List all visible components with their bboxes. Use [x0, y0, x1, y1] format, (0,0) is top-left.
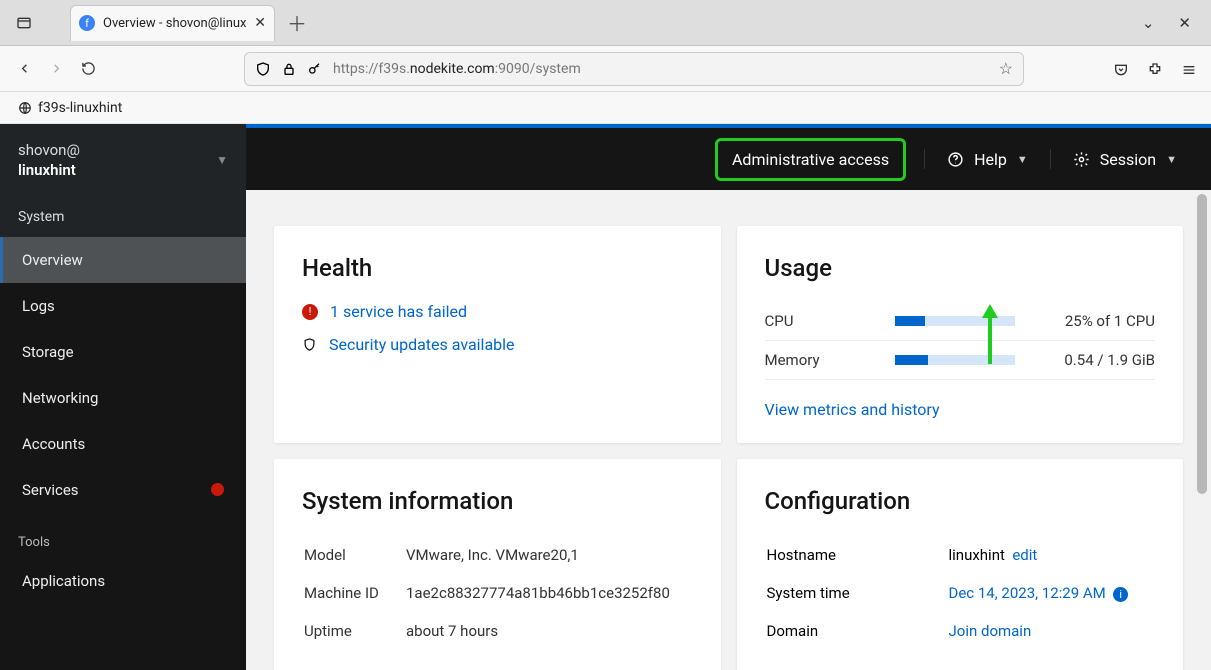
bookmark-star-icon[interactable]: ☆ — [999, 59, 1013, 78]
session-menu[interactable]: Session ▼ — [1050, 149, 1199, 169]
edit-hostname-link[interactable]: edit — [1012, 546, 1037, 564]
administrative-access-label: Administrative access — [732, 150, 889, 169]
config-table: Hostname linuxhint edit System time Dec … — [765, 535, 1156, 651]
table-row: ModelVMware, Inc. VMware20,1 — [304, 537, 691, 573]
sidebar-item-overview[interactable]: Overview — [0, 237, 246, 283]
info-icon[interactable]: i — [1113, 587, 1128, 602]
help-menu[interactable]: Help ▼ — [924, 149, 1050, 169]
system-info-card: System information ModelVMware, Inc. VMw… — [274, 459, 721, 670]
window-close-icon[interactable]: ✕ — [1178, 14, 1191, 32]
reload-button[interactable] — [72, 53, 104, 85]
sidebar-section-tools: Tools — [0, 513, 246, 558]
sidebar-user-at: shovon@ — [18, 140, 80, 160]
host-label: f39s-linuxhint — [38, 100, 122, 116]
help-icon — [947, 149, 964, 169]
mem-bar — [895, 355, 1015, 365]
pocket-icon[interactable] — [1113, 59, 1129, 78]
table-row: Hostname linuxhint edit — [767, 537, 1154, 573]
sidebar-section-system: System — [0, 197, 246, 237]
table-row: Uptimeabout 7 hours — [304, 613, 691, 649]
chevron-down-icon: ▼ — [1166, 153, 1177, 166]
usage-mem-label: Memory — [765, 351, 895, 369]
lock-icon[interactable] — [281, 61, 297, 77]
chevron-down-icon: ▼ — [1017, 153, 1028, 166]
sidebar-item-networking[interactable]: Networking — [0, 375, 246, 421]
sidebar-item-accounts[interactable]: Accounts — [0, 421, 246, 467]
health-title: Health — [302, 254, 693, 282]
top-bar: Administrative access Help ▼ Session ▼ — [246, 124, 1211, 190]
hamburger-menu-icon[interactable] — [1181, 59, 1197, 78]
url-text: https://f39s.nodekite.com:9090/system — [333, 61, 581, 77]
address-bar: https://f39s.nodekite.com:9090/system ☆ — [0, 46, 1211, 92]
session-label: Session — [1100, 150, 1156, 169]
sidebar-item-label: Services — [22, 481, 79, 499]
sidebar-item-services[interactable]: Services — [0, 467, 246, 513]
usage-cpu-value: 25% of 1 CPU — [1065, 312, 1155, 330]
sidebar-item-storage[interactable]: Storage — [0, 329, 246, 375]
fedora-favicon: f — [79, 15, 95, 31]
sidebar-item-logs[interactable]: Logs — [0, 283, 246, 329]
shield-icon — [302, 337, 317, 353]
administrative-access-button[interactable]: Administrative access — [715, 138, 906, 181]
content: Health ! 1 service has failed Security u… — [246, 190, 1211, 670]
sidebar-user-host: linuxhint — [18, 160, 80, 180]
tab-list-chevron-icon[interactable]: ⌄ — [1142, 14, 1155, 32]
url-input[interactable]: https://f39s.nodekite.com:9090/system ☆ — [244, 52, 1024, 86]
system-time-link[interactable]: Dec 14, 2023, 12:29 AM — [949, 584, 1106, 602]
cpu-bar — [895, 316, 1015, 326]
error-icon: ! — [302, 304, 318, 320]
usage-cpu-label: CPU — [765, 312, 895, 330]
forward-button — [40, 53, 72, 85]
config-title: Configuration — [765, 487, 1156, 515]
sidebar-item-applications[interactable]: Applications — [0, 558, 246, 604]
browser-chrome: f Overview - shovon@linux ✕ ＋ ⌄ ✕ https:… — [0, 0, 1211, 124]
close-tab-icon[interactable]: ✕ — [254, 15, 266, 31]
security-updates-link[interactable]: Security updates available — [329, 335, 515, 354]
table-row: System time Dec 14, 2023, 12:29 AM i — [767, 575, 1154, 611]
sidebar-item-label: Accounts — [22, 435, 85, 453]
key-icon[interactable] — [307, 61, 323, 77]
new-tab-button[interactable]: ＋ — [287, 8, 307, 37]
sysinfo-table: ModelVMware, Inc. VMware20,1 Machine ID1… — [302, 535, 693, 651]
sidebar-tabs-icon[interactable] — [8, 7, 40, 39]
host-bar: f39s-linuxhint — [0, 92, 1211, 124]
sidebar-item-label: Logs — [22, 297, 55, 315]
back-button[interactable] — [8, 53, 40, 85]
usage-row-memory: Memory 0.54 / 1.9 GiB — [765, 341, 1156, 380]
globe-icon — [18, 100, 32, 116]
table-row: Machine ID1ae2c88327774a81bb46bb1ce3252f… — [304, 575, 691, 611]
alert-badge-icon — [211, 483, 224, 496]
configuration-card: Configuration Hostname linuxhint edit Sy… — [737, 459, 1184, 670]
sidebar-item-label: Overview — [22, 251, 83, 269]
usage-card: Usage CPU 25% of 1 CPU Memory 0.54 / 1.9… — [737, 226, 1184, 443]
tab-title: Overview - shovon@linux — [103, 16, 254, 31]
sidebar-user[interactable]: shovon@ linuxhint ▼ — [0, 124, 246, 197]
service-failed-link[interactable]: 1 service has failed — [330, 302, 467, 321]
tab-bar: f Overview - shovon@linux ✕ ＋ ⌄ ✕ — [0, 0, 1211, 46]
cockpit-app: shovon@ linuxhint ▼ System Overview Logs… — [0, 124, 1211, 670]
usage-title: Usage — [765, 254, 1156, 282]
main: Administrative access Help ▼ Session ▼ — [246, 124, 1211, 670]
view-metrics-link[interactable]: View metrics and history — [765, 400, 1156, 419]
sidebar-item-label: Storage — [22, 343, 74, 361]
extensions-icon[interactable] — [1147, 59, 1163, 78]
chevron-down-icon: ▼ — [216, 153, 228, 167]
browser-tab[interactable]: f Overview - shovon@linux ✕ — [70, 5, 275, 41]
sysinfo-title: System information — [302, 487, 693, 515]
sidebar-item-label: Applications — [22, 572, 105, 590]
help-label: Help — [974, 150, 1007, 169]
usage-row-cpu: CPU 25% of 1 CPU — [765, 302, 1156, 341]
shield-permission-icon[interactable] — [255, 61, 271, 77]
sidebar: shovon@ linuxhint ▼ System Overview Logs… — [0, 124, 246, 670]
sidebar-item-label: Networking — [22, 389, 98, 407]
hostname-value: linuxhint — [949, 546, 1005, 564]
health-card: Health ! 1 service has failed Security u… — [274, 226, 721, 443]
join-domain-link[interactable]: Join domain — [949, 622, 1032, 640]
usage-mem-value: 0.54 / 1.9 GiB — [1064, 351, 1155, 369]
vertical-scrollbar[interactable] — [1195, 190, 1209, 670]
gear-icon — [1073, 149, 1090, 169]
table-row: Domain Join domain — [767, 613, 1154, 649]
